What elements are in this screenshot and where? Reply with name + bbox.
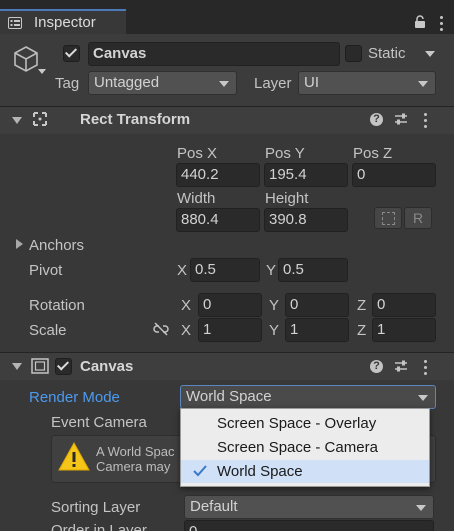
- height-label: Height: [265, 190, 309, 207]
- scale-z-label: Z: [357, 322, 367, 339]
- render-mode-dropdown[interactable]: World Space: [180, 385, 436, 409]
- tab-title: Inspector: [34, 14, 96, 31]
- inspector-icon: [8, 16, 22, 29]
- menu-item-screen-space-overlay[interactable]: Screen Space - Overlay: [181, 412, 429, 435]
- chevron-down-icon: [418, 395, 428, 401]
- chevron-down-icon: [219, 81, 229, 87]
- anchors-foldout-icon[interactable]: [16, 239, 23, 249]
- gameobject-cube-icon[interactable]: [12, 45, 40, 73]
- scale-y-field[interactable]: 1: [285, 318, 349, 342]
- icon-dropdown-arrow-icon[interactable]: [38, 69, 46, 74]
- rect-transform-title: Rect Transform: [80, 111, 191, 128]
- foldout-arrow-icon[interactable]: [12, 117, 22, 124]
- sorting-layer-label: Sorting Layer: [51, 499, 141, 516]
- pos-x-field[interactable]: 440.2: [176, 163, 260, 187]
- component-menu-icon[interactable]: [424, 360, 428, 378]
- static-dropdown-arrow-icon[interactable]: [425, 51, 435, 57]
- menu-item-label: Screen Space - Camera: [217, 439, 378, 456]
- layer-dropdown[interactable]: UI: [298, 71, 436, 95]
- help-icon[interactable]: ?: [370, 360, 383, 373]
- scale-x-field[interactable]: 1: [198, 318, 262, 342]
- blueprint-icon: [382, 212, 395, 225]
- rotation-y-label: Y: [269, 297, 280, 314]
- raw-edit-button[interactable]: R: [404, 207, 432, 229]
- event-camera-label: Event Camera: [51, 414, 147, 431]
- pivot-x-label: X: [177, 262, 188, 279]
- menu-item-label: World Space: [217, 463, 303, 480]
- chevron-down-icon: [416, 505, 426, 511]
- rotation-z-field[interactable]: 0: [372, 293, 436, 317]
- pos-y-field[interactable]: 195.4: [264, 163, 348, 187]
- menu-item-screen-space-camera[interactable]: Screen Space - Camera: [181, 436, 429, 459]
- chevron-down-icon: [418, 81, 428, 87]
- checkmark-icon: [64, 45, 78, 58]
- order-in-layer-label: Order in Layer: [51, 522, 147, 531]
- rect-transform-header[interactable]: [0, 106, 454, 134]
- checkmark-icon: [56, 358, 70, 371]
- static-label: Static: [368, 45, 406, 62]
- scale-z-field[interactable]: 1: [372, 318, 436, 342]
- scale-x-label: X: [181, 322, 192, 339]
- warning-text-line2: Camera may: [96, 459, 171, 474]
- anchors-label[interactable]: Anchors: [29, 237, 84, 254]
- rotation-z-label: Z: [357, 297, 367, 314]
- pivot-y-field[interactable]: 0.5: [278, 258, 348, 282]
- preset-sliders-icon[interactable]: [394, 359, 408, 373]
- scale-label: Scale: [29, 322, 67, 339]
- lock-icon[interactable]: [414, 15, 426, 28]
- canvas-component-icon: [31, 358, 49, 374]
- width-label: Width: [177, 190, 216, 207]
- width-field[interactable]: 880.4: [176, 208, 260, 232]
- tag-label: Tag: [55, 75, 80, 92]
- sorting-layer-value: Default: [190, 498, 238, 515]
- gameobject-name-field[interactable]: Canvas: [88, 42, 340, 66]
- menu-item-world-space[interactable]: World Space: [181, 460, 429, 483]
- warning-text-line1: A World Spac: [96, 444, 175, 459]
- constrain-proportions-icon[interactable]: [153, 322, 169, 336]
- render-mode-value: World Space: [186, 388, 272, 405]
- pivot-label: Pivot: [29, 262, 63, 279]
- pos-y-label: Pos Y: [265, 145, 305, 162]
- pos-z-label: Pos Z: [353, 145, 393, 162]
- rect-transform-icon: [32, 111, 48, 127]
- help-icon[interactable]: ?: [370, 113, 383, 126]
- pos-z-field[interactable]: 0: [352, 163, 436, 187]
- render-mode-label: Render Mode: [29, 389, 120, 406]
- preset-sliders-icon[interactable]: [394, 112, 408, 126]
- rotation-label: Rotation: [29, 297, 85, 314]
- rotation-x-label: X: [181, 297, 192, 314]
- canvas-enabled-checkbox[interactable]: [55, 358, 72, 375]
- scale-y-label: Y: [269, 322, 280, 339]
- layer-value: UI: [304, 74, 319, 91]
- static-checkbox[interactable]: [345, 45, 362, 62]
- tab-menu-icon[interactable]: [440, 16, 444, 34]
- tag-value: Untagged: [94, 74, 160, 91]
- sorting-layer-dropdown[interactable]: Default: [184, 495, 434, 519]
- menu-item-label: Screen Space - Overlay: [217, 415, 377, 432]
- warning-icon: [57, 441, 91, 473]
- rotation-x-field[interactable]: 0: [198, 293, 262, 317]
- rotation-y-field[interactable]: 0: [285, 293, 349, 317]
- pivot-y-label: Y: [266, 262, 277, 279]
- pivot-x-field[interactable]: 0.5: [190, 258, 260, 282]
- active-checkbox[interactable]: [63, 45, 80, 62]
- component-menu-icon[interactable]: [424, 113, 428, 131]
- order-in-layer-field[interactable]: 0: [184, 520, 434, 531]
- pos-x-label: Pos X: [177, 145, 218, 162]
- tag-dropdown[interactable]: Untagged: [88, 71, 237, 95]
- foldout-arrow-icon[interactable]: [12, 363, 22, 370]
- checkmark-icon: [193, 464, 207, 477]
- canvas-title: Canvas: [80, 358, 134, 375]
- raw-edit-label: R: [412, 210, 424, 226]
- layer-label: Layer: [254, 75, 292, 92]
- tab-inspector[interactable]: Inspector: [0, 9, 126, 34]
- blueprint-mode-button[interactable]: [374, 207, 402, 229]
- height-field[interactable]: 390.8: [264, 208, 348, 232]
